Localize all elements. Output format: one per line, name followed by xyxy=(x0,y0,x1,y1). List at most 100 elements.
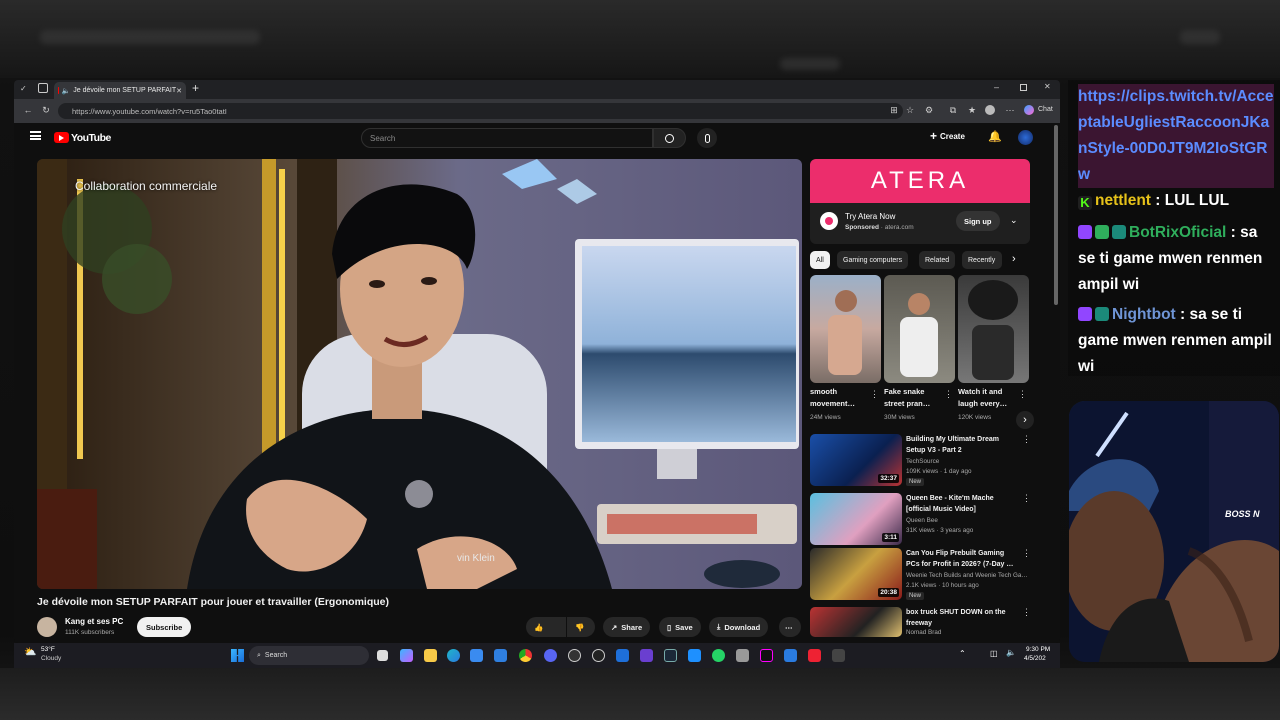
notifications-bell-icon[interactable]: 🔔 xyxy=(988,130,1002,143)
menu-icon[interactable] xyxy=(30,131,41,140)
short-more-icon[interactable]: ⋮ xyxy=(870,389,879,400)
app-icon[interactable] xyxy=(832,649,845,662)
related-more-icon[interactable]: ⋮ xyxy=(1022,493,1031,504)
account-avatar[interactable] xyxy=(1018,130,1033,145)
related-more-icon[interactable]: ⋮ xyxy=(1022,434,1031,445)
steam-icon[interactable] xyxy=(664,649,677,662)
chip-gaming-computers[interactable]: Gaming computers xyxy=(837,251,909,269)
split-screen-icon[interactable]: ⧉ xyxy=(947,104,959,116)
dislike-button[interactable]: 👎 xyxy=(567,617,595,637)
subscribe-button[interactable]: Subscribe xyxy=(137,617,192,637)
related-video[interactable]: 32:37 Building My Ultimate Dream Setup V… xyxy=(810,434,1031,489)
refresh-icon[interactable]: ↻ xyxy=(40,104,52,116)
channel-avatar[interactable] xyxy=(37,617,57,637)
short-thumbnail[interactable] xyxy=(958,275,1029,383)
ad-signup-button[interactable]: Sign up xyxy=(956,211,1000,231)
related-video[interactable]: 3:11 Queen Bee - Kite'm Mache [official … xyxy=(810,493,1031,548)
app-icon[interactable] xyxy=(736,649,749,662)
ad-card[interactable]: ATERA Try Atera Now Sponsored · atera.co… xyxy=(810,159,1030,244)
share-button[interactable]: ↗ Share xyxy=(603,617,651,637)
related-video[interactable]: 20:38 Can You Flip Prebuilt Gaming PCs f… xyxy=(810,548,1031,603)
youtube-logo-icon[interactable] xyxy=(54,132,69,143)
task-view-icon[interactable] xyxy=(377,650,388,661)
voice-search-button[interactable] xyxy=(697,128,717,148)
page-scrollbar[interactable] xyxy=(1054,125,1058,305)
tab-close-icon[interactable]: ✕ xyxy=(176,87,182,95)
short-thumbnail[interactable] xyxy=(810,275,881,383)
short-title[interactable]: Watch it and laugh every… xyxy=(958,386,1016,410)
ad-expand-chevron-icon[interactable]: ⌄ xyxy=(1010,215,1018,226)
related-more-icon[interactable]: ⋮ xyxy=(1022,607,1031,618)
extensions-icon[interactable]: ⚙ xyxy=(923,104,935,116)
tab-title: Je dévoile mon SETUP PARFAIT xyxy=(73,87,177,94)
save-button[interactable]: ▯ Save xyxy=(659,617,701,637)
shorts-next-button[interactable]: › xyxy=(1016,411,1034,429)
app-icon[interactable] xyxy=(808,649,821,662)
short-title[interactable]: smooth movement… xyxy=(810,386,868,410)
apps-icon[interactable]: ⊞ xyxy=(888,104,900,116)
search-input[interactable]: Search xyxy=(361,128,653,148)
mail-icon[interactable] xyxy=(494,649,507,662)
clock-time[interactable]: 9:30 PM xyxy=(1026,646,1050,653)
chrome-icon[interactable] xyxy=(519,649,532,662)
copilot-icon[interactable] xyxy=(1024,105,1034,115)
like-button[interactable]: 👍 xyxy=(526,617,566,637)
store-icon[interactable] xyxy=(470,649,483,662)
app-icon[interactable] xyxy=(640,649,653,662)
more-icon[interactable]: ⋯ xyxy=(1004,104,1016,116)
new-tab-icon[interactable]: + xyxy=(192,81,199,95)
chat-username[interactable]: nettlent xyxy=(1095,192,1151,209)
speaker-icon[interactable]: 🔈 xyxy=(62,87,71,95)
chat-username[interactable]: Nightbot xyxy=(1112,306,1176,323)
tray-chevron-icon[interactable]: ⌃ xyxy=(959,649,966,658)
obs-icon[interactable] xyxy=(568,649,581,662)
download-button[interactable]: ⤓ Download xyxy=(709,617,769,637)
video-player[interactable]: vin Klein Collaboration commerciale xyxy=(37,159,802,589)
discord-icon[interactable] xyxy=(544,649,557,662)
more-actions-button[interactable]: ⋯ xyxy=(779,617,801,637)
back-icon[interactable]: ← xyxy=(22,104,34,116)
channel-name[interactable]: Kang et ses PC xyxy=(65,617,123,626)
clip-link[interactable]: https://clips.twitch.tv/AcceptableUglies… xyxy=(1078,88,1274,183)
app-icon[interactable] xyxy=(592,649,605,662)
short-more-icon[interactable]: ⋮ xyxy=(944,389,953,400)
tab-active[interactable]: 🔈 Je dévoile mon SETUP PARFAIT ✕ xyxy=(54,82,186,99)
favorite-star-icon[interactable]: ☆ xyxy=(904,104,916,116)
address-bar[interactable]: https://www.youtube.com/watch?v=ru5Tao0t… xyxy=(58,103,903,119)
youtube-logo-text[interactable]: YouTube xyxy=(71,132,111,144)
minimize-icon[interactable]: – xyxy=(994,82,999,92)
search-button[interactable] xyxy=(653,128,686,148)
create-button[interactable]: + Create xyxy=(930,130,965,142)
related-video[interactable]: box truck SHUT DOWN on the freeway Nomad… xyxy=(810,607,1031,637)
app-icon[interactable] xyxy=(616,649,629,662)
volume-icon[interactable]: 🔈 xyxy=(1006,648,1016,657)
app-icon[interactable] xyxy=(784,649,797,662)
app-icon[interactable] xyxy=(688,649,701,662)
chat-username[interactable]: BotRixOficial xyxy=(1129,224,1226,241)
profile-icon[interactable] xyxy=(984,104,996,116)
chip-all[interactable]: All xyxy=(810,251,830,269)
video-frame: vin Klein xyxy=(37,159,802,589)
short-more-icon[interactable]: ⋮ xyxy=(1018,389,1027,400)
short-thumbnail[interactable] xyxy=(884,275,955,383)
short-title[interactable]: Fake snake street pran… xyxy=(884,386,942,410)
weather-temp[interactable]: 53°F xyxy=(41,646,55,653)
edge-icon[interactable] xyxy=(447,649,460,662)
maximize-icon[interactable] xyxy=(1020,84,1027,91)
network-icon[interactable]: ◫ xyxy=(990,649,998,658)
related-more-icon[interactable]: ⋮ xyxy=(1022,548,1031,559)
chip-related[interactable]: Related xyxy=(919,251,956,269)
taskbar-search-box[interactable]: ⌕ Search xyxy=(249,646,369,665)
tab-actions-icon[interactable]: ✓ xyxy=(20,84,27,93)
favorites-icon[interactable]: ★ xyxy=(966,104,978,116)
file-explorer-icon[interactable] xyxy=(424,649,437,662)
close-window-icon[interactable]: ✕ xyxy=(1044,82,1051,91)
whatsapp-icon[interactable] xyxy=(712,649,725,662)
chip-recently[interactable]: Recently xyxy=(962,251,1002,269)
workspaces-icon[interactable] xyxy=(38,83,48,93)
start-windows-icon[interactable] xyxy=(231,649,244,662)
tiktok-icon[interactable] xyxy=(760,649,773,662)
copilot-icon[interactable] xyxy=(400,649,413,662)
chat-label[interactable]: Chat xyxy=(1038,106,1053,113)
chips-next-chevron-icon[interactable]: › xyxy=(1012,253,1016,265)
